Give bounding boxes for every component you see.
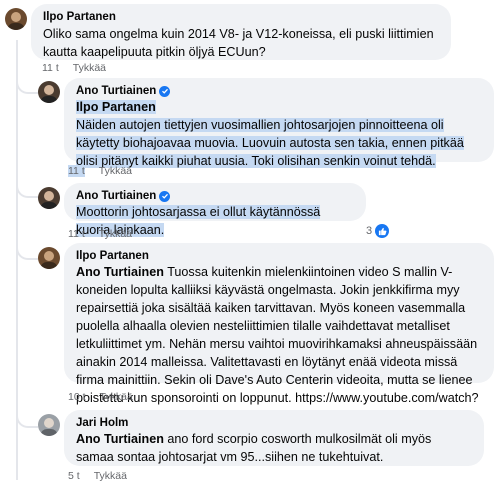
avatar[interactable] (38, 81, 60, 103)
comment-actions: 11 t Tykkää (42, 62, 106, 74)
like-button[interactable]: Tykkää (73, 62, 106, 74)
comment-author[interactable]: Ilpo Partanen (76, 249, 482, 263)
thread-connector (16, 230, 38, 260)
avatar[interactable] (38, 247, 60, 269)
comment-author[interactable]: Ilpo Partanen (43, 10, 439, 24)
like-button[interactable]: Tykkää (99, 165, 132, 177)
avatar[interactable] (38, 414, 60, 436)
person-icon (41, 418, 57, 436)
comment-time[interactable]: 11 t (68, 165, 85, 177)
avatar[interactable] (38, 187, 60, 209)
comment-actions: 11 t Tykkää (68, 228, 132, 240)
comment-text-block: Ano Turtiainen ano ford scorpio cosworth… (76, 430, 472, 466)
comment-text: Näiden autojen tiettyjen vuosimallien jo… (76, 118, 464, 168)
comment-author[interactable]: Ano Turtiainen (76, 189, 156, 203)
comment-text: Oliko sama ongelma kuin 2014 V8- ja V12-… (43, 27, 434, 59)
person-icon (41, 251, 57, 269)
mention-tag[interactable]: Ano Turtiainen (76, 265, 164, 279)
comment-actions: 5 t Tykkää (68, 470, 127, 482)
verified-badge-icon (159, 190, 171, 202)
thread-connector (16, 70, 38, 94)
comment-bubble: Ilpo Partanen Ano Turtiainen Tuossa kuit… (64, 243, 494, 423)
like-button[interactable]: Tykkää (99, 228, 132, 240)
reaction-number: 3 (366, 225, 373, 237)
comment-bubble: Ilpo Partanen Oliko sama ongelma kuin 20… (31, 4, 451, 60)
mention-tag[interactable]: Ano Turtiainen (76, 432, 164, 446)
verified-badge-icon (159, 85, 171, 97)
comment-bubble: Ano Turtiainen Ilpo Partanen Näiden auto… (64, 78, 494, 168)
person-icon (41, 85, 57, 103)
comment-bubble: Ano Turtiainen Moottorin johtosarjassa e… (64, 183, 366, 237)
person-icon (41, 191, 57, 209)
thread-connector (16, 172, 38, 198)
comment-actions: 10 t Tykkää (68, 391, 133, 403)
comment-author[interactable]: Jari Holm (76, 416, 472, 430)
comment-author[interactable]: Ano Turtiainen (76, 84, 156, 98)
mention-tag[interactable]: Ilpo Partanen (76, 100, 156, 114)
thread-connector (16, 400, 38, 428)
comment-time[interactable]: 5 t (68, 470, 80, 482)
comment-author-row: Ano Turtiainen (76, 189, 354, 203)
comment-actions: 11 t Tykkää (68, 165, 132, 177)
person-icon (8, 12, 24, 30)
comment-time[interactable]: 10 t (68, 391, 86, 403)
like-button[interactable]: Tykkää (94, 470, 127, 482)
thumbs-up-icon (375, 224, 390, 238)
comment-bubble: Jari Holm Ano Turtiainen ano ford scorpi… (64, 410, 484, 466)
reaction-count[interactable]: 3 (366, 224, 390, 238)
comment-time[interactable]: 11 t (42, 62, 59, 74)
comment-author-row: Ano Turtiainen (76, 84, 482, 98)
comment-text: Tuossa kuitenkin mielenkiintoinen video … (76, 265, 479, 423)
comment-time[interactable]: 11 t (68, 228, 85, 240)
comment-text-block: Ano Turtiainen Tuossa kuitenkin mielenki… (76, 263, 482, 425)
comment-text-block: Ilpo Partanen Näiden autojen tiettyjen v… (76, 98, 482, 170)
avatar[interactable] (5, 8, 27, 30)
like-button[interactable]: Tykkää (100, 391, 133, 403)
